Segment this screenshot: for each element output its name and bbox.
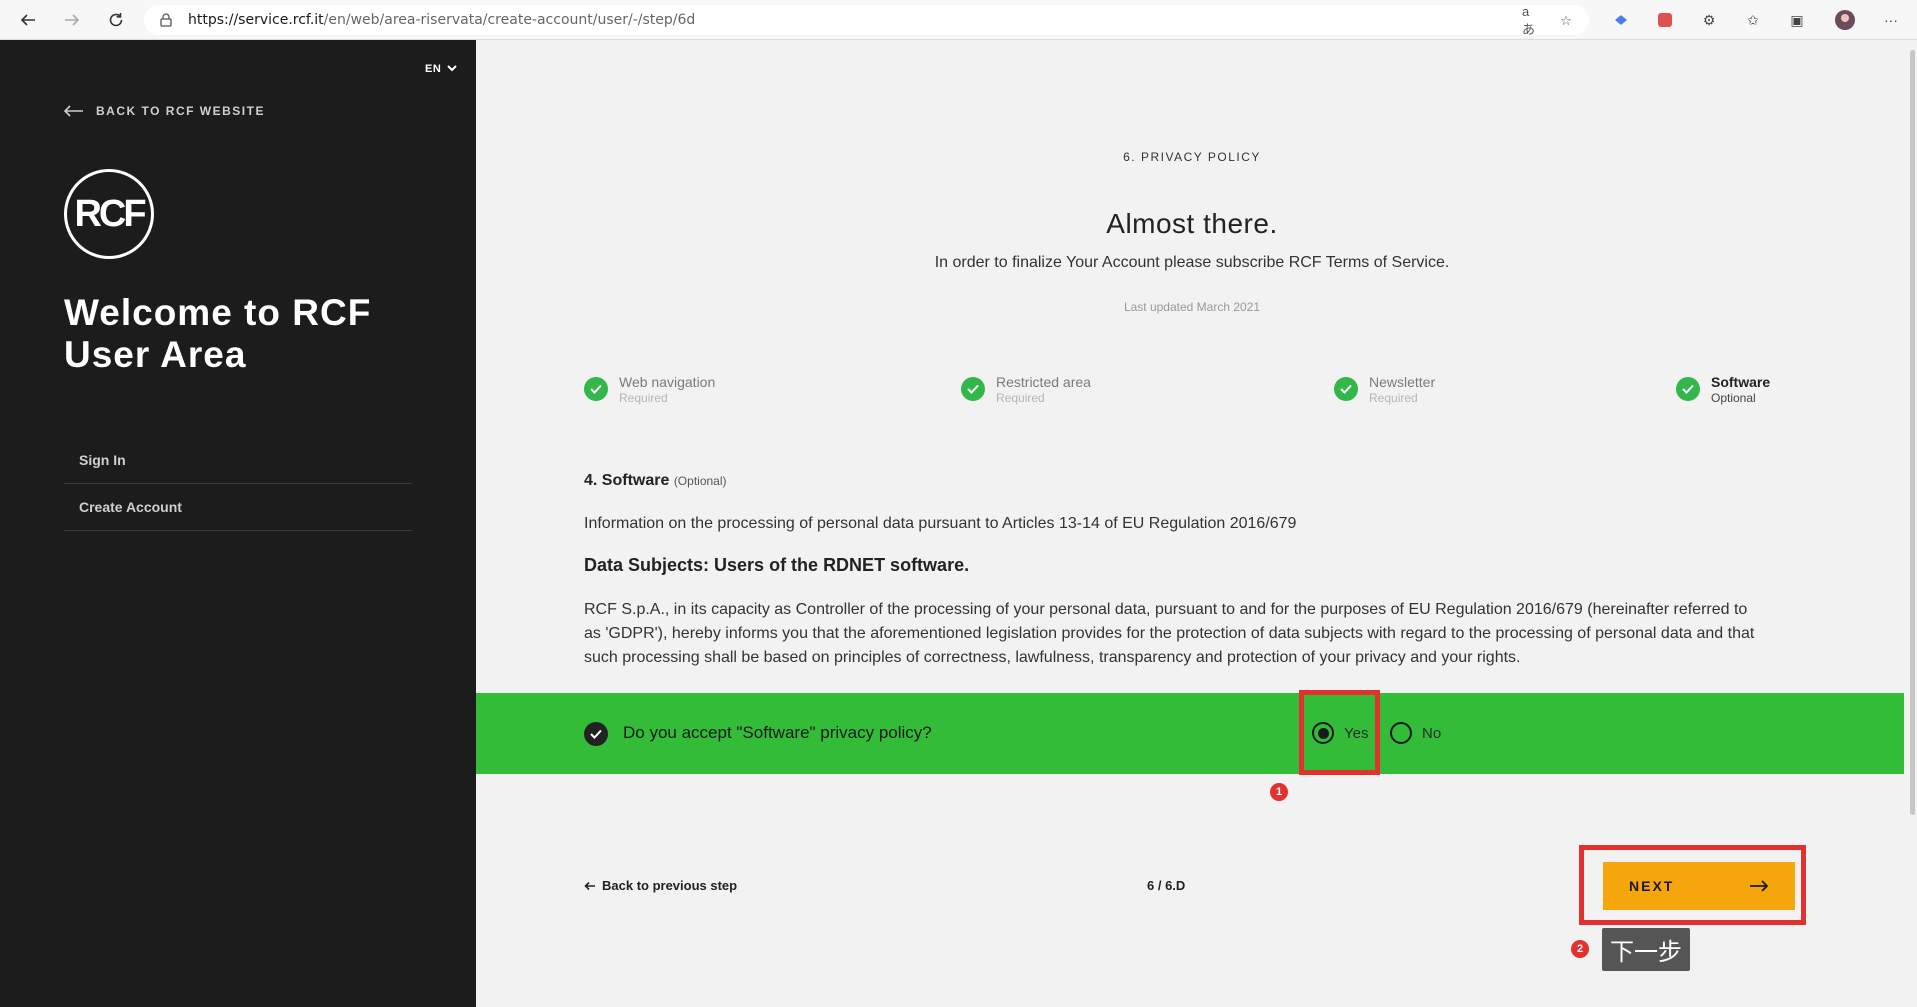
url-text: https://service.rcf.it/en/web/area-riser… xyxy=(188,12,696,28)
check-icon xyxy=(584,377,608,401)
radio-no-unselected[interactable] xyxy=(1390,722,1412,744)
welcome-title: Welcome to RCF User Area xyxy=(64,292,372,375)
annotation-tooltip: 下一步 xyxy=(1602,928,1690,971)
browser-toolbar: https://service.rcf.it/en/web/area-riser… xyxy=(0,0,1917,40)
address-bar[interactable]: https://service.rcf.it/en/web/area-riser… xyxy=(144,4,1589,37)
refresh-icon[interactable] xyxy=(104,8,128,32)
arrow-left-icon xyxy=(584,881,595,890)
progress-web-navigation: Web navigation Required xyxy=(584,374,715,406)
policy-body: RCF S.p.A., in its capacity as Controlle… xyxy=(584,601,1755,666)
annotation-marker-1: 1 xyxy=(1270,783,1288,801)
sidebar-item-create-account[interactable]: Create Account xyxy=(64,484,412,531)
check-icon xyxy=(961,377,985,401)
page-heading: Almost there. xyxy=(1106,208,1278,239)
translate-icon[interactable]: aあ xyxy=(1522,4,1542,37)
page-subheading: In order to finalize Your Account please… xyxy=(934,254,1450,271)
progress-restricted-area: Restricted area Required xyxy=(961,374,1091,406)
page-scroll-thumb[interactable] xyxy=(1910,50,1915,815)
sidebar: EN BACK TO RCF WEBSITE RCF Welcome to RC… xyxy=(0,40,476,1007)
arrow-right-icon xyxy=(1750,880,1769,892)
back-to-website-link[interactable]: BACK TO RCF WEBSITE xyxy=(64,104,265,118)
check-icon xyxy=(1676,377,1700,401)
next-button[interactable]: NEXT xyxy=(1603,862,1795,910)
lock-icon xyxy=(160,13,172,32)
sidebar-item-sign-in[interactable]: Sign In xyxy=(64,437,412,484)
sidebar-menu: Sign In Create Account xyxy=(64,437,412,531)
policy-section-title: 4. Software (Optional) xyxy=(584,472,727,489)
accept-bar: Do you accept "Software" privacy policy?… xyxy=(476,693,1904,774)
forward-arrow-icon[interactable] xyxy=(60,8,84,32)
extension-red-icon[interactable] xyxy=(1654,9,1676,31)
policy-intro: Information on the processing of persona… xyxy=(584,515,1297,532)
radio-no[interactable]: No xyxy=(1390,722,1441,744)
step-label: 6. PRIVACY POLICY xyxy=(1123,150,1261,164)
language-selector[interactable]: EN xyxy=(425,63,457,75)
favorites-icon[interactable]: ✩ xyxy=(1742,9,1764,31)
accept-question: Do you accept "Software" privacy policy? xyxy=(623,723,932,742)
extension-bird-icon[interactable] xyxy=(1610,9,1632,31)
profile-avatar[interactable] xyxy=(1834,9,1856,31)
annotation-highlight-yes xyxy=(1299,690,1380,775)
collections-icon[interactable]: ▣ xyxy=(1786,9,1808,31)
check-icon xyxy=(1334,377,1358,401)
check-icon xyxy=(584,722,608,746)
step-counter: 6 / 6.D xyxy=(1147,878,1186,893)
back-to-previous-link[interactable]: Back to previous step xyxy=(584,878,737,893)
back-arrow-icon[interactable] xyxy=(16,8,40,32)
extensions-puzzle-icon[interactable]: ⚙ xyxy=(1698,9,1720,31)
last-updated: Last updated March 2021 xyxy=(1123,300,1261,314)
main-content: 6. PRIVACY POLICY Almost there. In order… xyxy=(476,40,1917,1007)
annotation-marker-2: 2 xyxy=(1571,940,1589,958)
chevron-down-icon xyxy=(447,65,457,72)
favorite-add-icon[interactable]: ☆ xyxy=(1556,11,1576,31)
arrow-left-icon xyxy=(64,105,83,117)
policy-text-box[interactable]: 4. Software (Optional) Information on th… xyxy=(584,472,1802,684)
progress-software: Software Optional xyxy=(1676,374,1770,406)
page-scrollbar[interactable] xyxy=(1908,40,1917,1007)
policy-subject: Data Subjects: Users of the RDNET softwa… xyxy=(584,555,970,575)
more-menu-icon[interactable]: ··· xyxy=(1880,9,1902,31)
progress-newsletter: Newsletter Required xyxy=(1334,374,1435,406)
rcf-logo: RCF xyxy=(64,169,154,259)
